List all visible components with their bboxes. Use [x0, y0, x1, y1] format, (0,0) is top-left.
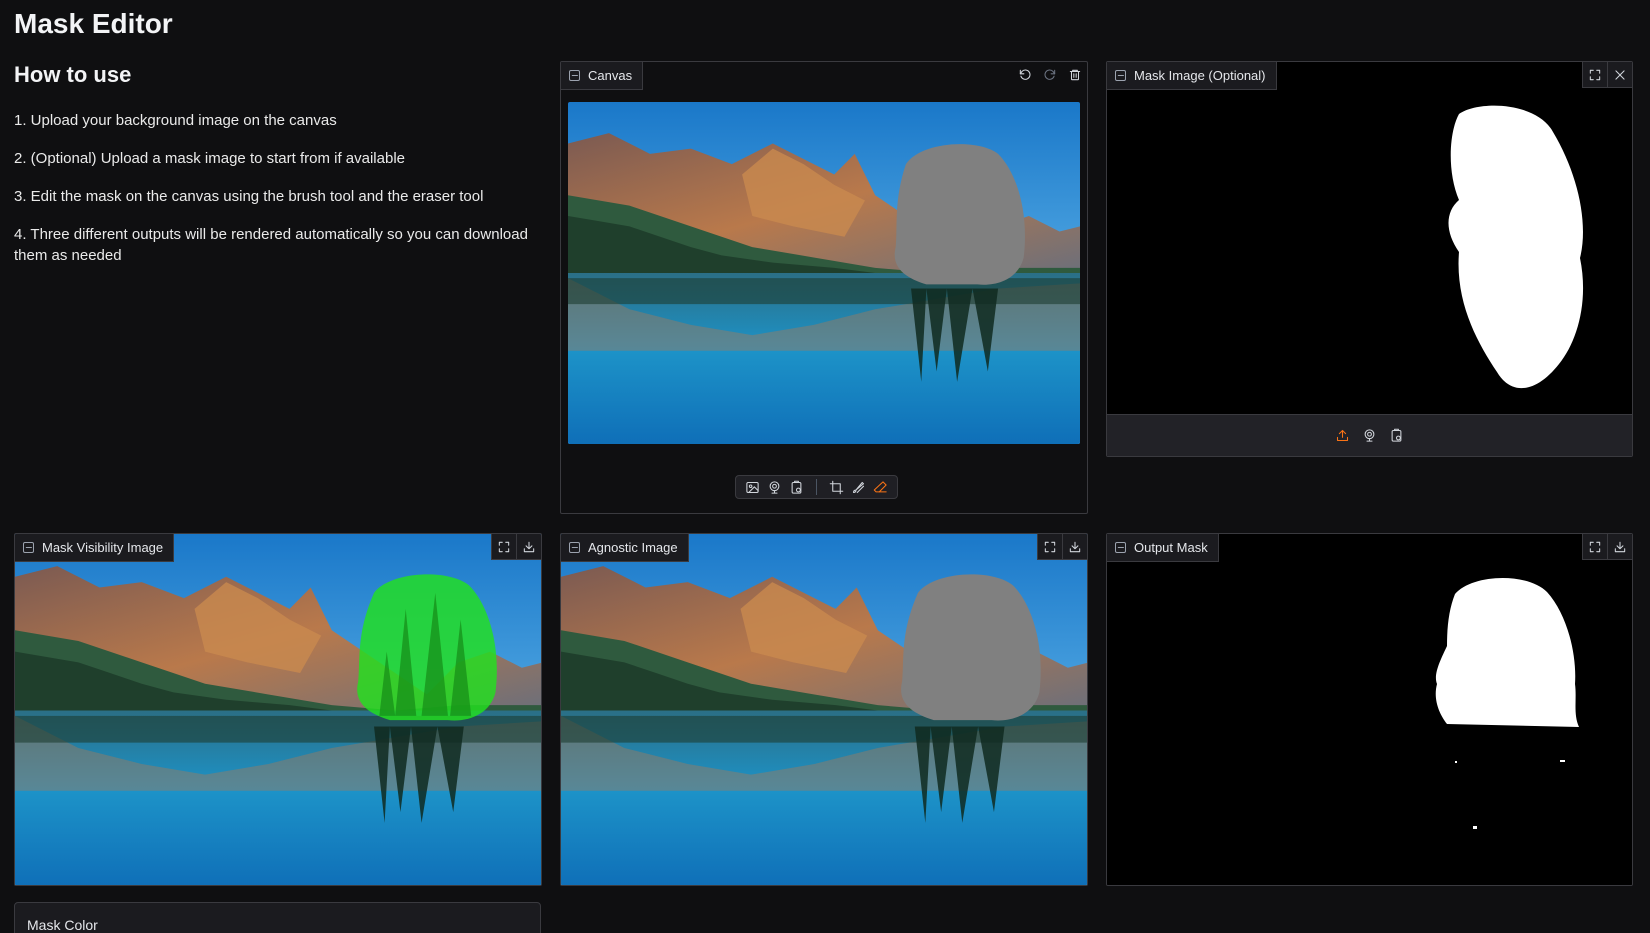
- agnostic-image: [561, 534, 1087, 885]
- fullscreen-icon: [1589, 69, 1601, 80]
- mask-visibility-label-text: Mask Visibility Image: [42, 540, 164, 555]
- mask-visibility-image: [15, 534, 541, 885]
- webcam-source-button[interactable]: [1361, 427, 1378, 444]
- download-icon: [523, 541, 535, 552]
- upload-icon: [1336, 429, 1349, 442]
- fullscreen-icon: [1044, 541, 1056, 552]
- redo-button[interactable]: [1037, 62, 1062, 88]
- agnostic-label-text: Agnostic Image: [588, 540, 678, 555]
- close-icon: [1615, 69, 1625, 80]
- output-mask-panel: Output Mask: [1106, 533, 1633, 886]
- agnostic-panel: Agnostic Image: [560, 533, 1088, 886]
- instruction-step: 3. Edit the mask on the canvas using the…: [14, 188, 484, 205]
- mask-visibility-label: Mask Visibility Image: [15, 534, 175, 562]
- crop-tool-button[interactable]: [828, 479, 845, 496]
- canvas-label-text: Canvas: [588, 68, 633, 83]
- instruction-step: 2. (Optional) Upload a mask image to sta…: [14, 150, 406, 167]
- instructions-list: 1. Upload your background image on the c…: [14, 110, 534, 283]
- app-title: Mask Editor: [14, 8, 173, 39]
- toolbar-divider: [816, 479, 817, 495]
- output-mask-shape: [1435, 577, 1579, 829]
- trash-icon: [1069, 69, 1080, 81]
- redo-icon: [1044, 69, 1055, 80]
- canvas-actions: [1012, 62, 1087, 90]
- canvas-panel: Canvas: [560, 61, 1088, 514]
- agnostic-drawing: [561, 534, 1087, 885]
- mask-image-source-bar: [1107, 414, 1632, 456]
- brush-icon: [852, 481, 865, 493]
- output-mask-image: [1107, 534, 1632, 885]
- crop-icon: [829, 480, 844, 494]
- eraser-tool-button[interactable]: [872, 479, 889, 496]
- brush-tool-button[interactable]: [850, 479, 867, 496]
- image-icon: [1115, 542, 1126, 553]
- download-button[interactable]: [516, 534, 541, 560]
- mask-visibility-drawing: [15, 534, 541, 885]
- output-mask-label: Output Mask: [1107, 534, 1219, 562]
- agnostic-actions: [1037, 534, 1087, 562]
- mask-image-panel: Mask Image (Optional): [1106, 61, 1633, 457]
- webcam-icon: [1364, 429, 1375, 442]
- mask-image-label: Mask Image (Optional): [1107, 62, 1277, 90]
- image-icon: [746, 481, 759, 493]
- eraser-icon: [873, 480, 887, 492]
- image-icon: [1115, 70, 1126, 81]
- image-source-button[interactable]: [744, 479, 761, 496]
- fullscreen-icon: [498, 541, 510, 552]
- mask-image-label-text: Mask Image (Optional): [1134, 68, 1266, 83]
- mask-image-preview: [1107, 62, 1632, 414]
- clipboard-source-button[interactable]: [1388, 427, 1405, 444]
- fullscreen-button[interactable]: [1582, 62, 1607, 88]
- mask-visibility-actions: [491, 534, 541, 562]
- close-button[interactable]: [1607, 62, 1632, 88]
- upload-source-button[interactable]: [1334, 427, 1351, 444]
- agnostic-label: Agnostic Image: [561, 534, 689, 562]
- fullscreen-icon: [1589, 541, 1601, 552]
- canvas-toolbar: [735, 475, 898, 499]
- mask-shape: [894, 144, 1025, 285]
- fullscreen-button[interactable]: [1582, 534, 1607, 560]
- image-icon: [569, 542, 580, 553]
- clipboard-source-button[interactable]: [788, 479, 805, 496]
- undo-button[interactable]: [1012, 62, 1037, 88]
- canvas-drawing[interactable]: [568, 102, 1080, 444]
- instruction-step: 4. Three different outputs will be rende…: [14, 226, 528, 264]
- clipboard-icon: [1391, 428, 1402, 442]
- mask-color-block: Mask Color: [14, 902, 541, 933]
- mask-color-label: Mask Color: [27, 917, 98, 933]
- output-mask-label-text: Output Mask: [1134, 540, 1208, 555]
- canvas-label: Canvas: [561, 62, 644, 90]
- download-button[interactable]: [1062, 534, 1087, 560]
- output-mask-actions: [1582, 534, 1632, 562]
- image-icon: [569, 70, 580, 81]
- clipboard-icon: [791, 480, 802, 494]
- canvas-image[interactable]: [568, 102, 1080, 444]
- clear-button[interactable]: [1062, 62, 1087, 88]
- mask-image-actions: [1582, 62, 1632, 90]
- undo-icon: [1019, 69, 1030, 80]
- mask-image-shape: [1448, 105, 1584, 389]
- howto-heading: How to use: [14, 62, 132, 87]
- image-icon: [23, 542, 34, 553]
- webcam-icon: [769, 480, 780, 494]
- mask-visibility-panel: Mask Visibility Image: [14, 533, 542, 886]
- download-icon: [1069, 541, 1081, 552]
- webcam-source-button[interactable]: [766, 479, 783, 496]
- fullscreen-button[interactable]: [491, 534, 516, 560]
- download-icon: [1614, 541, 1626, 552]
- mask-fill: [901, 574, 1041, 721]
- download-button[interactable]: [1607, 534, 1632, 560]
- instruction-step: 1. Upload your background image on the c…: [14, 112, 337, 129]
- fullscreen-button[interactable]: [1037, 534, 1062, 560]
